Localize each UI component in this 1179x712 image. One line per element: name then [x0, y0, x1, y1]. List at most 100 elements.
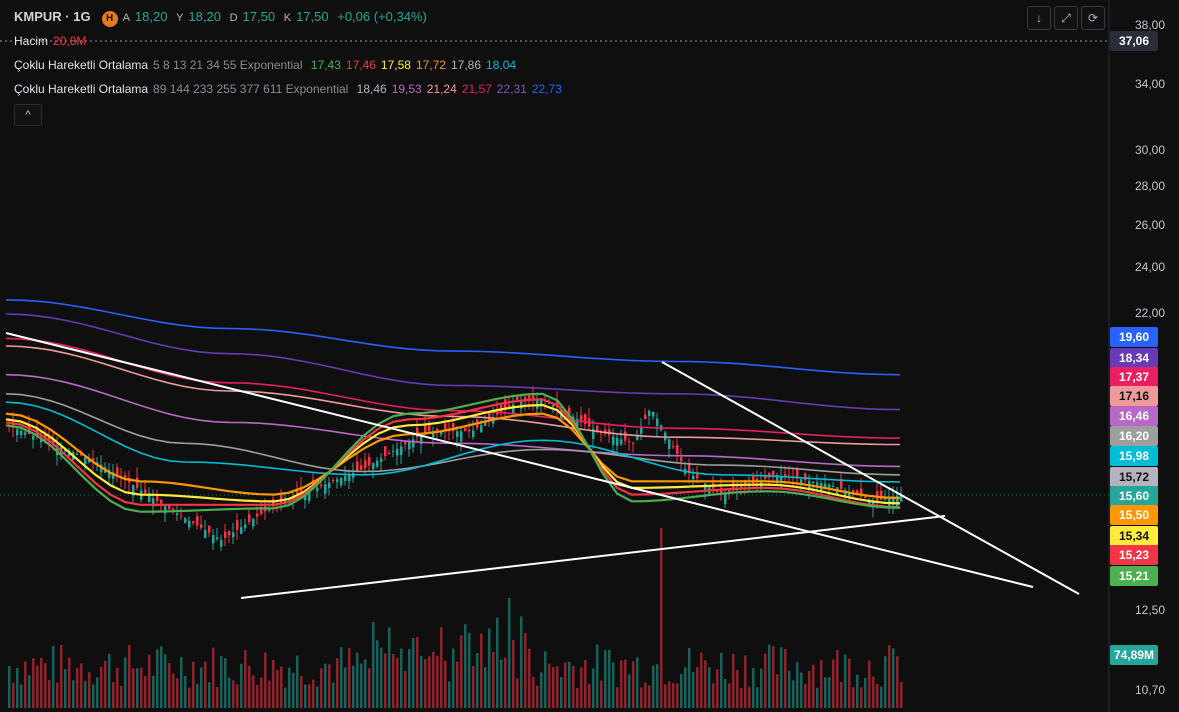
price-tick-label: 22,00	[1134, 306, 1165, 320]
volume-bar	[812, 664, 815, 708]
ma-value: 18,04	[486, 58, 517, 72]
expand-icon[interactable]: ⤢	[1054, 6, 1078, 30]
price-tick-label: 34,00	[1134, 77, 1165, 91]
high-label: Y	[176, 12, 184, 24]
refresh-icon[interactable]: ⟳	[1081, 6, 1105, 30]
ma-value: 19,53	[391, 82, 422, 96]
volume-bar	[756, 687, 759, 708]
candle-body	[456, 431, 459, 437]
volume-bar	[52, 645, 55, 708]
volume-bar	[696, 667, 699, 708]
volume-bar	[748, 686, 751, 708]
candle-body	[236, 520, 239, 530]
volume-bar	[240, 663, 243, 708]
collapse-legend-button[interactable]: ^	[14, 104, 42, 126]
volume-bar	[204, 661, 207, 708]
ma-line-1	[5, 313, 901, 411]
volume-bar	[712, 683, 715, 708]
volume-bar	[360, 663, 363, 708]
volume-bar	[708, 667, 711, 708]
low-label: D	[229, 12, 238, 24]
price-chart[interactable]	[0, 0, 1179, 712]
volume-bar	[344, 667, 347, 708]
volume-legend[interactable]: Hacim 20,8M	[14, 34, 91, 48]
volume-bar	[332, 682, 335, 708]
volume-bar	[760, 668, 763, 708]
volume-bar	[112, 681, 115, 708]
volume-bar	[716, 669, 719, 708]
candle-body	[176, 513, 179, 516]
volume-bar	[848, 658, 851, 708]
volume-bar	[472, 666, 475, 708]
volume-bar	[348, 648, 351, 708]
candle-body	[468, 429, 471, 432]
volume-bar	[876, 683, 879, 708]
candle-body	[396, 448, 399, 456]
ma-value: 17,58	[380, 58, 411, 72]
candle-body	[676, 444, 679, 454]
volume-bar	[268, 680, 271, 708]
ma-line-0	[5, 299, 901, 376]
open-value: 18,20	[134, 9, 168, 24]
volume-bar	[580, 667, 583, 708]
volume-bar	[868, 660, 871, 708]
volume-bar	[836, 650, 839, 708]
volume-bar	[392, 653, 395, 708]
candle-body	[204, 530, 207, 538]
symbol-name[interactable]: KMPUR · 1G	[14, 9, 91, 24]
volume-bar	[60, 644, 63, 708]
volume-bar	[484, 667, 487, 708]
volume-bar	[424, 659, 427, 708]
volume-bar	[412, 637, 415, 708]
candle-body	[148, 495, 151, 502]
candle-body	[620, 439, 623, 445]
volume-bar	[772, 646, 775, 708]
volume-bar	[324, 663, 327, 708]
volume-label: Hacim	[14, 34, 49, 48]
volume-bar	[652, 665, 655, 708]
volume-bar	[856, 674, 859, 708]
volume-bar	[376, 640, 379, 708]
volume-bar	[108, 653, 111, 708]
candle-body	[644, 414, 647, 419]
volume-bar	[792, 680, 795, 708]
price-tick-label: 12,50	[1134, 603, 1165, 617]
candle-body	[480, 425, 483, 433]
volume-bar	[8, 665, 11, 708]
volume-bar	[172, 673, 175, 708]
volume-bar	[692, 671, 695, 708]
volume-bar	[200, 667, 203, 708]
volume-bar	[564, 662, 567, 708]
trendline-support	[240, 515, 946, 599]
volume-bar	[308, 684, 311, 708]
ma-price-tag: 16,46	[1110, 406, 1158, 426]
volume-bar	[436, 655, 439, 708]
volume-bar	[284, 687, 287, 708]
volume-bar	[20, 684, 23, 708]
volume-bar	[44, 662, 47, 708]
volume-bar	[628, 674, 631, 708]
candle-body	[20, 430, 23, 436]
volume-bar	[820, 659, 823, 708]
ma-legend-short[interactable]: Çoklu Hareketli Ortalama 5 8 13 21 34 55 …	[14, 58, 521, 72]
ma-price-tag: 15,21	[1110, 566, 1158, 586]
candle-body	[412, 439, 415, 448]
ma-value: 22,31	[496, 82, 527, 96]
volume-bar	[144, 676, 147, 708]
volume-bar	[180, 657, 183, 708]
ma-price-tag: 15,50	[1110, 505, 1158, 525]
candle-body	[160, 499, 163, 504]
volume-bar	[500, 659, 503, 708]
arrow-down-icon[interactable]: ↓	[1027, 6, 1051, 30]
ma-legend-long[interactable]: Çoklu Hareketli Ortalama 89 144 233 255 3…	[14, 82, 567, 96]
volume-bar	[612, 662, 615, 708]
candle-body	[360, 465, 363, 470]
volume-bar	[116, 667, 119, 708]
candle-body	[328, 482, 331, 489]
market-status-badge[interactable]: H	[101, 11, 118, 27]
volume-bar	[368, 668, 371, 708]
volume-bar	[40, 657, 43, 708]
volume-bar	[432, 651, 435, 708]
volume-bar	[140, 667, 143, 708]
candle-body	[364, 460, 367, 469]
